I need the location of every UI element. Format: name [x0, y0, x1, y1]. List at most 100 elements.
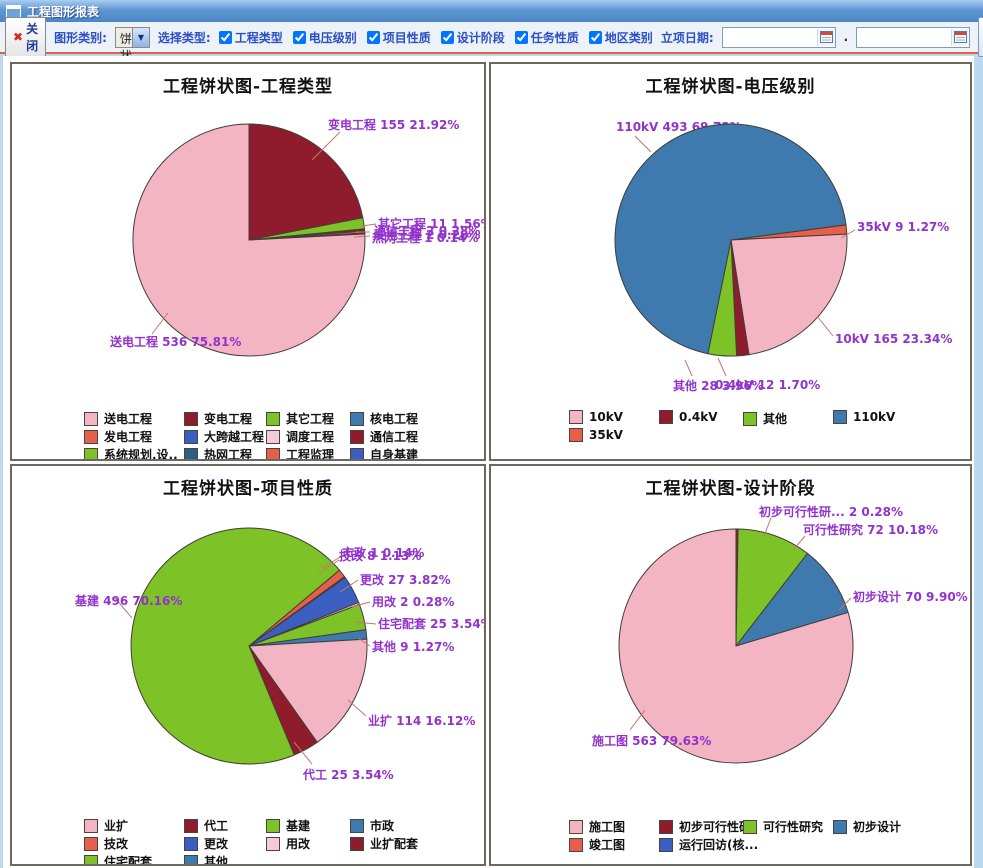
legend-label: 其他: [763, 410, 787, 427]
legend-label: 通信工程: [370, 428, 418, 445]
legend-item: 业扩: [84, 817, 128, 834]
date-from-input[interactable]: [723, 29, 817, 46]
legend-swatch: [833, 410, 847, 424]
slice-label: 变电工程 155 21.92%: [328, 116, 459, 133]
legend-label: 市政: [370, 817, 394, 834]
legend-swatch: [184, 430, 198, 444]
legend-swatch: [350, 448, 364, 462]
legend-swatch: [350, 412, 364, 426]
date-separator: .: [844, 30, 849, 44]
checkbox-input[interactable]: [293, 31, 306, 44]
chart-panel-2: 工程饼状图-电压级别 10kV0.4kV其他110kV35kV 110kV 49…: [489, 62, 972, 461]
legend-swatch: [266, 448, 280, 462]
filter-checkbox-项目性质[interactable]: 项目性质: [367, 29, 431, 46]
filter-button[interactable]: 筛选: [978, 17, 983, 57]
legend-label: 代工: [204, 817, 228, 834]
date-to-input[interactable]: [857, 29, 951, 46]
legend-swatch: [350, 837, 364, 851]
checkbox-label: 工程类型: [235, 29, 283, 46]
legend-swatch: [659, 820, 673, 834]
legend-item: 业扩配套: [350, 835, 418, 852]
legend-item: 可行性研究: [743, 818, 823, 835]
legend-label: 初步设计: [853, 818, 901, 835]
filter-checkbox-电压级别[interactable]: 电压级别: [293, 29, 357, 46]
chevron-down-icon[interactable]: ▼: [132, 28, 149, 47]
legend-label: 住宅配套: [104, 853, 152, 866]
window-titlebar: 工程图形报表: [0, 0, 983, 22]
legend-label: 其他: [204, 853, 228, 866]
filter-checkbox-设计阶段[interactable]: 设计阶段: [441, 29, 505, 46]
legend-item: 其它工程: [266, 410, 334, 427]
legend-row: 施工图 初步可行性研.可行性研究 初步设计: [491, 818, 970, 836]
legend-swatch: [266, 430, 280, 444]
chart-title: 工程饼状图-设计阶段: [491, 474, 970, 499]
legend-swatch: [743, 820, 757, 834]
legend-item: 用改: [266, 835, 310, 852]
slice-label: 业扩 114 16.12%: [368, 712, 475, 729]
legend-item: 大跨越工程: [184, 428, 264, 445]
close-icon: ✖: [13, 30, 23, 44]
slice-label: 用改 2 0.28%: [372, 593, 454, 610]
legend-item: 调度工程: [266, 428, 334, 445]
legend-item: 初步可行性研.: [659, 818, 756, 835]
filter-checkbox-任务性质[interactable]: 任务性质: [515, 29, 579, 46]
chart-panel-1: 工程饼状图-工程类型 送电工程变电工程其它工程核电工程发电工程大跨越工程调度工程…: [10, 62, 486, 461]
checkbox-input[interactable]: [589, 31, 602, 44]
slice-label: 住宅配套 25 3.54%: [378, 615, 486, 632]
legend-item: 送电工程: [84, 410, 152, 427]
close-button[interactable]: ✖ 关闭: [5, 17, 46, 57]
legend-row: 10kV0.4kV其他110kV: [491, 410, 970, 428]
legend-label: 更改: [204, 835, 228, 852]
date-label: 立项日期:: [661, 29, 714, 46]
legend-swatch: [184, 412, 198, 426]
checkbox-label: 设计阶段: [457, 29, 505, 46]
checkbox-label: 电压级别: [309, 29, 357, 46]
select-type-label: 选择类型:: [158, 29, 211, 46]
legend-item: 施工图: [569, 818, 625, 835]
checkbox-input[interactable]: [219, 31, 232, 44]
legend-label: 大跨越工程: [204, 428, 264, 445]
legend-swatch: [184, 819, 198, 833]
filter-checkbox-地区类别[interactable]: 地区类别: [589, 29, 653, 46]
filter-checkbox-工程类型[interactable]: 工程类型: [219, 29, 283, 46]
chart-panel-3: 工程饼状图-项目性质 业扩代工基建市政技改更改用改业扩配套住宅配套其他 基建 4…: [10, 464, 486, 866]
legend-label: 运行回访(核...: [679, 836, 758, 853]
legend-label: 业扩配套: [370, 835, 418, 852]
legend-item: 热网工程: [184, 446, 252, 461]
checkbox-input[interactable]: [515, 31, 528, 44]
chart-type-value: 饼状图: [116, 28, 132, 47]
legend-label: 工程监理: [286, 446, 334, 461]
chart-type-dropdown[interactable]: 饼状图 ▼: [115, 27, 150, 48]
slice-label: 更改 27 3.82%: [360, 571, 451, 588]
report-window: 工程图形报表 ✖ 关闭 图形类别: 饼状图 ▼ 选择类型: 工程类型电压级别项目…: [0, 0, 983, 868]
legend-label: 10kV: [589, 410, 623, 424]
legend-row: 住宅配套 其他: [12, 853, 484, 866]
legend-item: 其他: [743, 410, 787, 427]
checkbox-input[interactable]: [441, 31, 454, 44]
toolbar: ✖ 关闭 图形类别: 饼状图 ▼ 选择类型: 工程类型电压级别项目性质设计阶段任…: [0, 22, 983, 54]
date-to-field[interactable]: [856, 27, 970, 48]
slice-label: 基建 496 70.16%: [75, 592, 182, 609]
pie-chart: [491, 64, 970, 459]
legend-item: 核电工程: [350, 410, 418, 427]
calendar-icon[interactable]: [951, 29, 969, 46]
calendar-icon[interactable]: [817, 29, 835, 46]
legend-item: 35kV: [569, 428, 623, 442]
date-from-field[interactable]: [722, 27, 836, 48]
legend-swatch: [84, 819, 98, 833]
close-button-label: 关闭: [26, 20, 38, 54]
chart-legend: 业扩代工基建市政技改更改用改业扩配套住宅配套其他: [12, 817, 484, 866]
legend-swatch: [266, 819, 280, 833]
pie-chart: [12, 466, 484, 864]
type-checkbox-strip: 工程类型 电压级别项目性质 设计阶段任务性质 地区类别: [219, 29, 653, 46]
chart-title: 工程饼状图-项目性质: [12, 474, 484, 499]
window-icon: [6, 5, 21, 18]
checkbox-input[interactable]: [367, 31, 380, 44]
legend-label: 其它工程: [286, 410, 334, 427]
legend-swatch: [659, 410, 673, 424]
slice-label: 技改 8 1.13%: [339, 547, 421, 564]
legend-label: 热网工程: [204, 446, 252, 461]
checkbox-label: 地区类别: [605, 29, 653, 46]
chart-title: 工程饼状图-电压级别: [491, 72, 970, 97]
chart-legend: 送电工程变电工程其它工程核电工程发电工程大跨越工程调度工程通信工程系统规划,设.…: [12, 410, 484, 461]
